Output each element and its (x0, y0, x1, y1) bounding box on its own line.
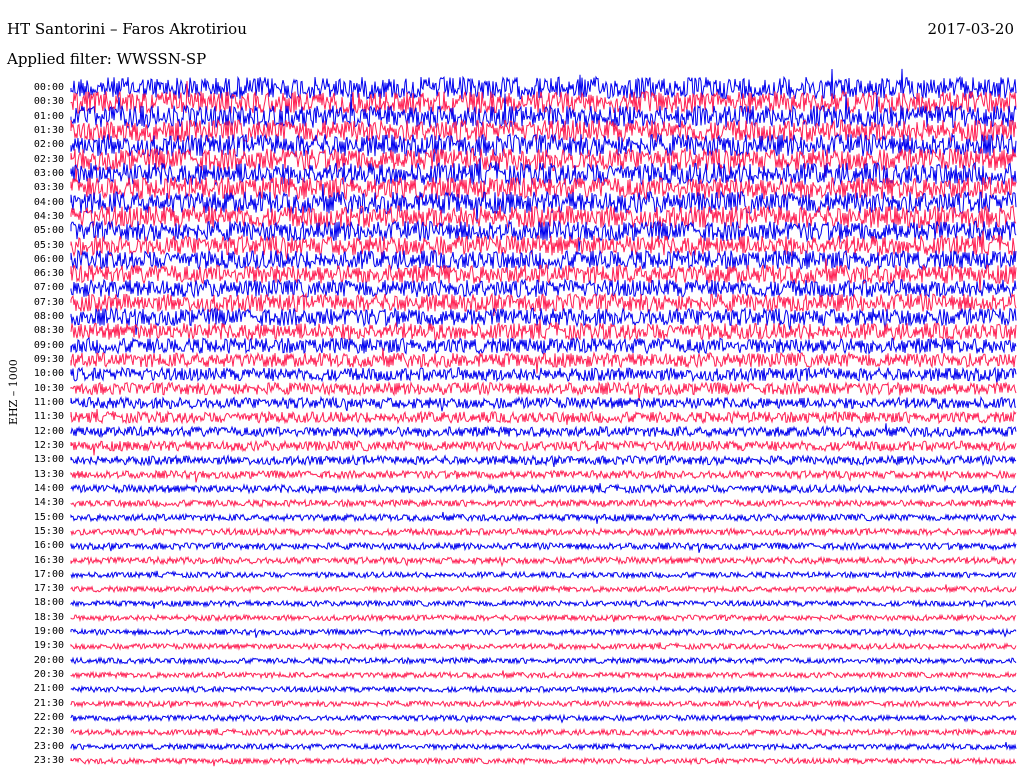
trace-row-1300 (70, 454, 1017, 468)
trace-row-1200 (70, 423, 1017, 439)
trace-row-1900 (70, 627, 1017, 638)
trace-row-0900 (70, 336, 1017, 356)
trace-row-1330 (70, 469, 1017, 483)
trace-row-1000 (70, 366, 1017, 385)
trace-row-1930 (70, 641, 1017, 652)
trace-row-1800 (70, 598, 1017, 609)
trace-row-1730 (70, 584, 1017, 594)
trace-row-2300 (70, 741, 1017, 752)
trace-row-1530 (70, 526, 1017, 538)
trace-row-1430 (70, 498, 1017, 509)
trace-row-2230 (70, 727, 1017, 737)
trace-row-1100 (70, 395, 1017, 412)
trace-row-2100 (70, 684, 1017, 695)
trace-row-0800 (70, 306, 1017, 335)
trace-row-1500 (70, 511, 1017, 524)
trace-row-1630 (70, 555, 1017, 568)
seismogram-traces (70, 68, 1017, 767)
trace-row-2000 (70, 656, 1017, 666)
trace-row-2330 (70, 756, 1017, 767)
trace-row-2130 (70, 699, 1017, 710)
trace-row-2200 (70, 713, 1017, 724)
trace-row-1700 (70, 570, 1017, 580)
trace-row-1030 (70, 380, 1017, 401)
trace-row-2030 (70, 670, 1017, 681)
trace-row-1600 (70, 541, 1017, 553)
trace-row-1230 (70, 439, 1017, 456)
trace-row-1830 (70, 613, 1017, 623)
trace-row-1400 (70, 483, 1017, 495)
trace-row-1130 (70, 409, 1017, 425)
